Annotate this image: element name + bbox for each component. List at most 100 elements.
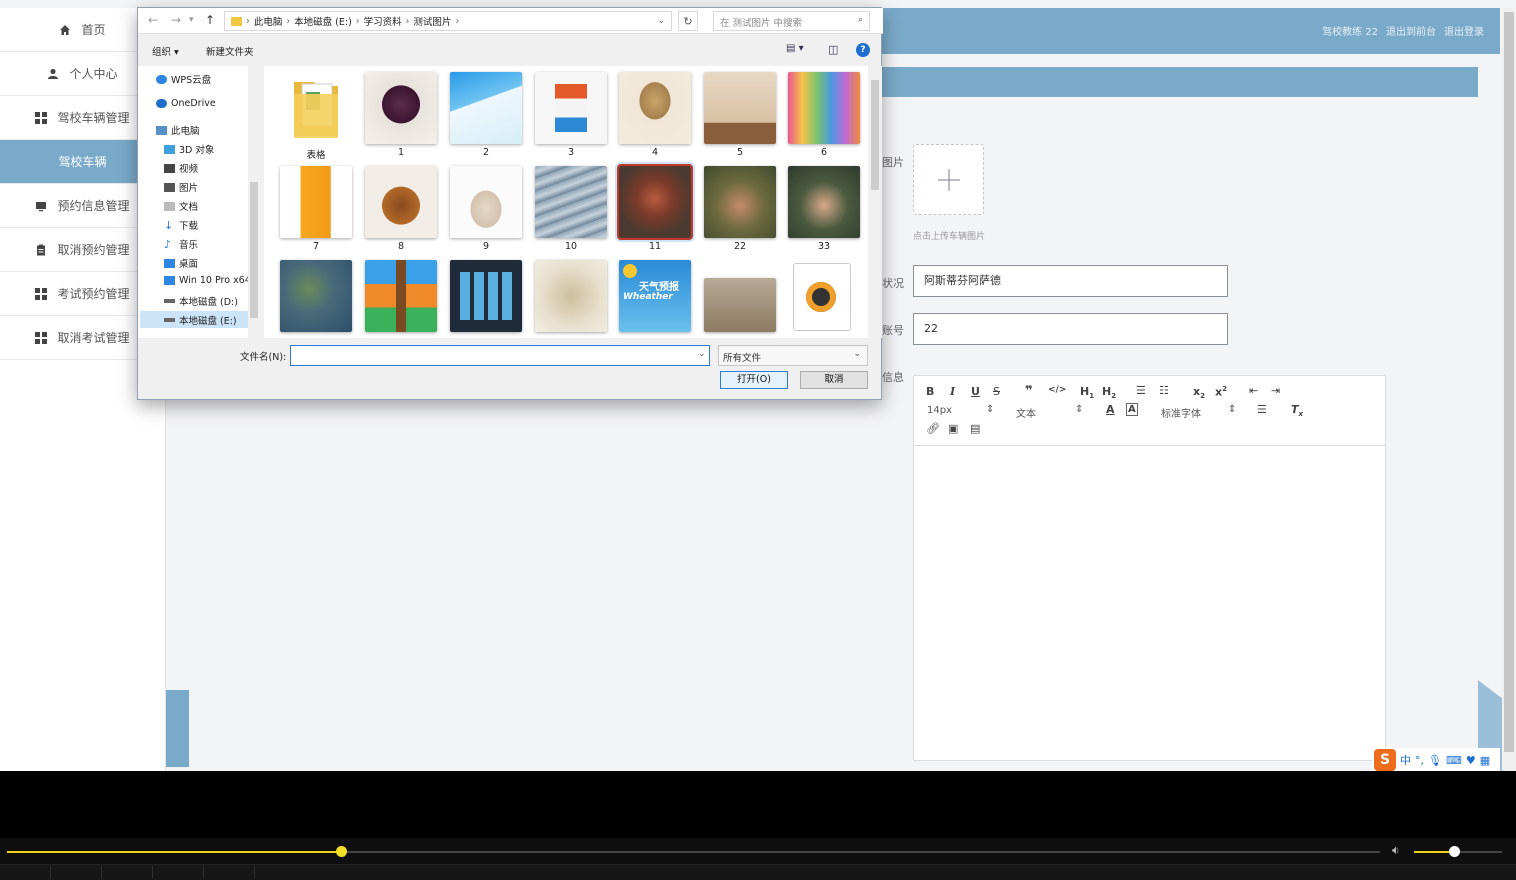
page-scrollbar[interactable] (1502, 8, 1516, 771)
logout-link[interactable]: 退出登录 (1444, 23, 1484, 38)
refresh-icon[interactable]: ↻ (678, 11, 698, 31)
ime-punct[interactable]: °, (1415, 754, 1424, 767)
image-thumbnail[interactable] (704, 72, 776, 144)
image-thumbnail[interactable] (704, 166, 776, 238)
nav-item-3d[interactable]: 3D 对象 (164, 142, 214, 156)
image-thumbnail[interactable] (365, 72, 437, 144)
heading2-button[interactable]: H2 (1102, 385, 1116, 400)
nav-item-this-pc[interactable]: 此电脑 (156, 123, 200, 137)
image-thumbnail[interactable] (450, 166, 522, 238)
open-button[interactable]: 打开(O) (720, 371, 788, 389)
audio-file-icon[interactable] (794, 264, 850, 330)
help-icon[interactable]: ? (856, 43, 870, 57)
italic-button[interactable]: I (950, 385, 955, 398)
nav-item-win10[interactable]: Win 10 Pro x64 (164, 275, 251, 286)
filename-input[interactable] (290, 345, 710, 366)
background-color-icon[interactable]: A (1126, 403, 1138, 416)
account-input[interactable]: 22 (913, 313, 1228, 345)
folder-thumbnail[interactable] (280, 72, 352, 144)
forward-arrow-icon[interactable]: → (171, 13, 181, 27)
breadcrumb-item[interactable]: 测试图片 (413, 14, 451, 28)
image-thumbnail[interactable] (535, 260, 607, 332)
file-scrollbar[interactable] (868, 66, 882, 338)
preview-pane-icon[interactable]: ◫ (828, 43, 838, 56)
volume-handle[interactable] (1448, 846, 1460, 857)
nav-item-drive-d[interactable]: 本地磁盘 (D:) (164, 294, 238, 308)
organize-button[interactable]: 组织 ▾ (152, 44, 179, 58)
filetype-select[interactable]: 所有文件 ⌄ (718, 345, 868, 366)
nav-item-wps[interactable]: WPS云盘 (156, 72, 211, 86)
progress-handle[interactable] (335, 846, 347, 857)
image-thumbnail[interactable] (450, 260, 522, 332)
up-arrow-icon[interactable]: ↑ (205, 13, 215, 27)
progress-bar[interactable] (7, 846, 1380, 857)
view-options-icon[interactable]: ▤ ▾ (786, 43, 804, 54)
nav-item-pictures[interactable]: 图片 (164, 180, 198, 194)
status-input[interactable]: 阿斯蒂芬阿萨德 (913, 265, 1228, 297)
volume-icon[interactable]: 🔉︎ (1392, 843, 1400, 858)
chevron-down-icon[interactable]: ▾ (189, 15, 194, 25)
image-thumbnail[interactable] (280, 166, 352, 238)
nav-item-music[interactable]: ♪ 音乐 (164, 237, 198, 252)
clear-format-icon[interactable]: Tx (1291, 403, 1303, 418)
ime-toolbar[interactable]: S 中 °, 🎙︎ ⌨ ♥ ▦ (1372, 748, 1500, 771)
nav-item-videos[interactable]: 视频 (164, 161, 198, 175)
video-icon[interactable]: ▤ (970, 422, 980, 435)
heading1-button[interactable]: H1 (1080, 385, 1094, 400)
image-upload-button[interactable] (913, 144, 984, 215)
chevron-down-icon[interactable]: ⌄ (698, 349, 706, 359)
breadcrumb[interactable]: › 此电脑 › 本地磁盘 (E:) › 学习资料 › 测试图片 › ⌄ (224, 11, 672, 31)
indent-icon[interactable]: ⇥ (1271, 384, 1280, 397)
nav-scrollbar[interactable] (248, 66, 260, 338)
image-thumbnail-selected[interactable] (619, 166, 691, 238)
keyboard-icon[interactable]: ⌨ (1446, 754, 1462, 767)
microphone-icon[interactable]: 🎙︎ (1428, 754, 1442, 767)
link-icon[interactable]: 🔗︎ (926, 422, 940, 435)
nav-item-drive-e[interactable]: 本地磁盘 (E:) (140, 311, 248, 328)
strike-button[interactable]: S (993, 385, 1000, 398)
bullet-list-icon[interactable]: ☷ (1159, 384, 1169, 397)
nav-item-documents[interactable]: 文档 (164, 199, 198, 213)
underline-button[interactable]: U (971, 385, 980, 398)
breadcrumb-item[interactable]: 学习资料 (364, 14, 402, 28)
chevron-down-icon[interactable]: ⌄ (657, 16, 665, 26)
cancel-button[interactable]: 取消 (800, 371, 868, 389)
image-thumbnail[interactable] (788, 166, 860, 238)
toolbox-icon[interactable]: ▦ (1480, 754, 1490, 767)
image-thumbnail[interactable] (788, 72, 860, 144)
text-type-select[interactable]: 文本 (1016, 405, 1036, 420)
subscript-button[interactable]: x2 (1193, 385, 1205, 400)
nav-item-desktop[interactable]: 桌面 (164, 256, 198, 270)
back-to-front-link[interactable]: 退出到前台 (1386, 23, 1436, 38)
image-thumbnail[interactable] (704, 278, 776, 332)
superscript-button[interactable]: x2 (1215, 385, 1227, 399)
skin-icon[interactable]: ♥ (1466, 754, 1476, 767)
ordered-list-icon[interactable]: ☰ (1136, 384, 1146, 397)
image-thumbnail[interactable] (535, 166, 607, 238)
image-thumbnail[interactable] (619, 72, 691, 144)
sogou-logo-icon[interactable]: S (1374, 749, 1396, 771)
new-folder-button[interactable]: 新建文件夹 (206, 44, 254, 58)
image-thumbnail[interactable] (365, 260, 437, 332)
image-thumbnail[interactable] (365, 166, 437, 238)
breadcrumb-item[interactable]: 此电脑 (254, 14, 283, 28)
search-input[interactable]: 在 测试图片 中搜索 ⌕ (713, 11, 870, 31)
bold-button[interactable]: B (926, 385, 934, 398)
volume-slider[interactable] (1414, 846, 1502, 857)
font-size-select[interactable]: 14px (927, 405, 952, 416)
image-thumbnail[interactable]: 天气预报 Wheather (619, 260, 691, 332)
back-arrow-icon[interactable]: ← (148, 13, 158, 27)
nav-item-downloads[interactable]: ↓ 下载 (164, 218, 198, 233)
align-icon[interactable]: ☰ (1257, 403, 1267, 416)
font-color-icon[interactable]: A (1106, 403, 1115, 416)
image-thumbnail[interactable] (535, 72, 607, 144)
quote-icon[interactable]: ❞ (1025, 384, 1033, 399)
nav-item-onedrive[interactable]: OneDrive (156, 98, 216, 109)
code-icon[interactable]: </> (1048, 385, 1066, 395)
image-thumbnail[interactable] (280, 260, 352, 332)
image-thumbnail[interactable] (450, 72, 522, 144)
font-family-select[interactable]: 标准字体 (1161, 405, 1201, 420)
breadcrumb-item[interactable]: 本地磁盘 (E:) (294, 14, 352, 28)
image-icon[interactable]: ▣ (948, 422, 958, 435)
ime-lang[interactable]: 中 (1400, 752, 1411, 768)
